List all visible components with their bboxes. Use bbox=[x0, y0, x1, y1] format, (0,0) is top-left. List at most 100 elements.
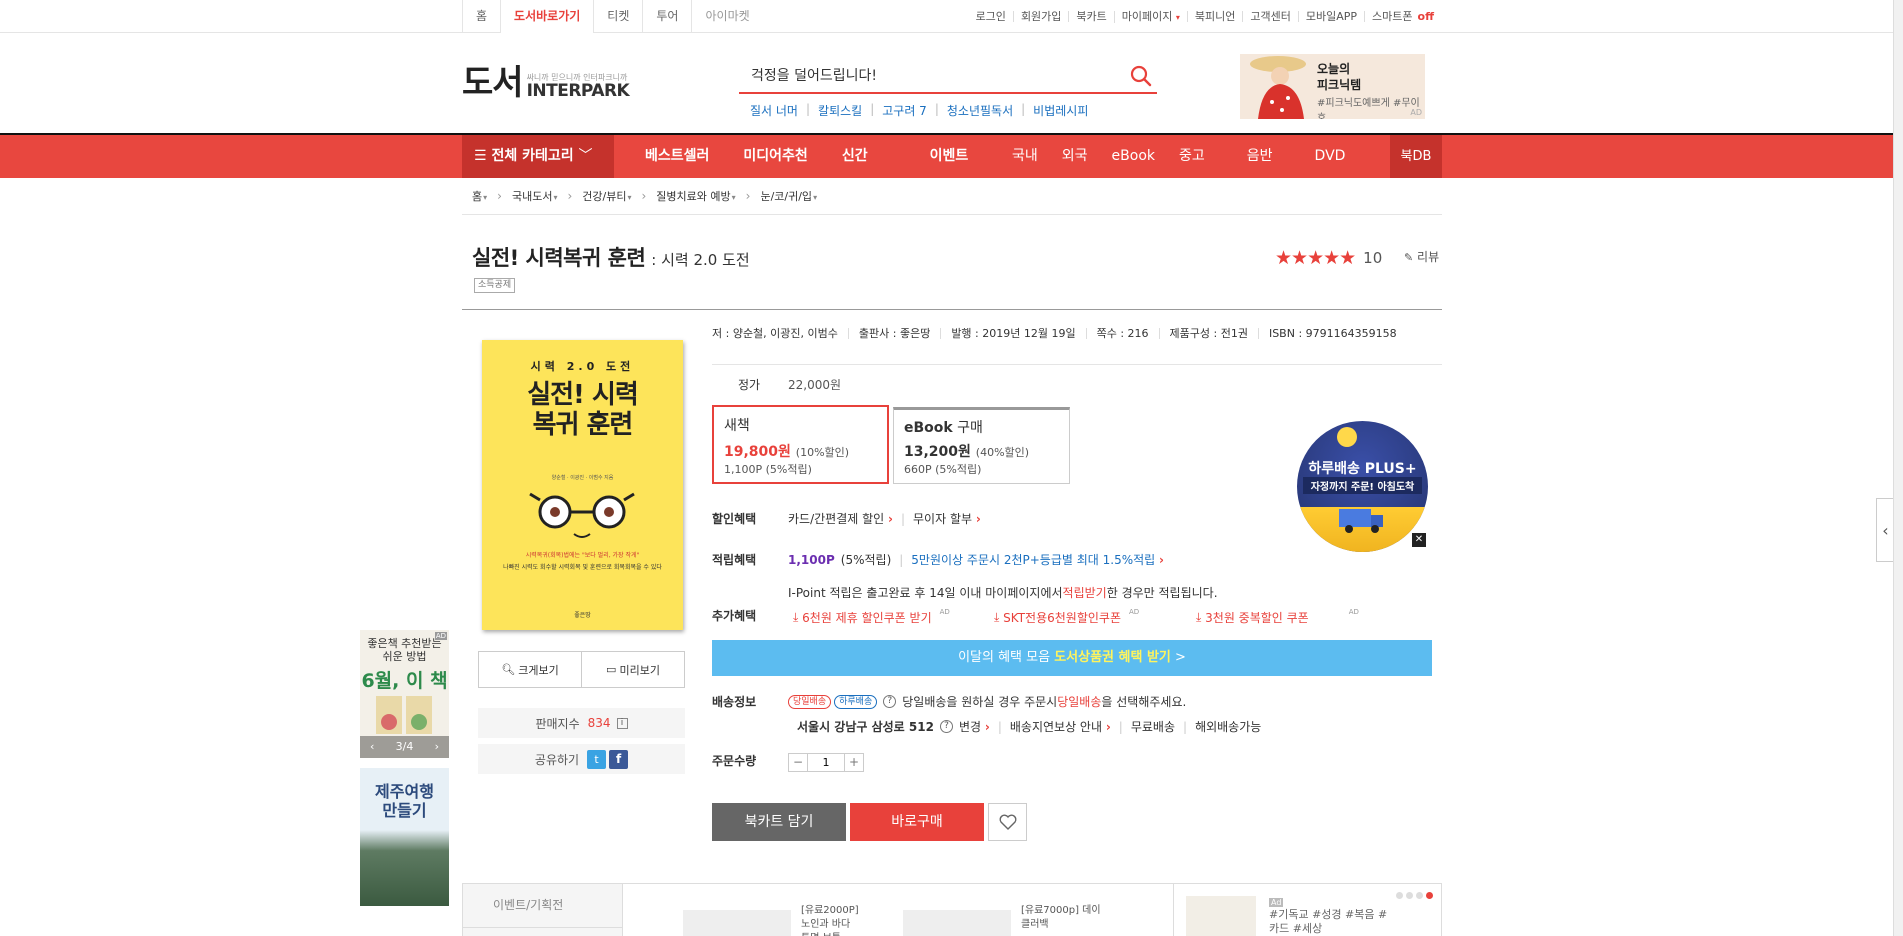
extra-benefit-label: 추가혜택 bbox=[712, 609, 757, 623]
signup-link[interactable]: 회원가입 bbox=[1012, 11, 1068, 22]
search-box bbox=[739, 58, 1157, 94]
installment-link[interactable]: 무이자 할부 › bbox=[913, 510, 981, 527]
monthly-benefit-banner[interactable]: 이달의 혜택 모음 도서상품권 혜택 받기 > bbox=[712, 640, 1432, 676]
breadcrumb-health[interactable]: 건강/뷰티▾ bbox=[582, 188, 631, 204]
review-link[interactable]: ✎ 리뷰 bbox=[1404, 248, 1439, 265]
all-category-button[interactable]: ☰ 전체 카테고리 ﹀ bbox=[462, 135, 614, 178]
meta-publisher[interactable]: 출판사 : 좋은땅 bbox=[847, 328, 940, 339]
breadcrumb-disease[interactable]: 질병치료와 예방▾ bbox=[656, 188, 735, 204]
bottom-ad[interactable]: Ad #기독교 #성경 #복음 #카드 #세상 bbox=[1173, 884, 1443, 936]
breadcrumb-home[interactable]: 홈▾ bbox=[472, 188, 487, 204]
nav-used[interactable]: 중고 bbox=[1167, 135, 1217, 178]
event-tab[interactable]: 이벤트/기획전 bbox=[463, 884, 622, 913]
nav-music[interactable]: 음반 bbox=[1217, 135, 1285, 178]
keyword-link[interactable]: 질서 너머 bbox=[750, 102, 806, 119]
carousel-dot[interactable] bbox=[1396, 892, 1403, 899]
ipoint-claim-link[interactable]: 적립받기 bbox=[1063, 584, 1107, 601]
smartphone-off-badge[interactable]: off bbox=[1416, 11, 1441, 22]
nav-domestic[interactable]: 국내 bbox=[1000, 135, 1050, 178]
tab-books[interactable]: 도서바로가기 bbox=[500, 0, 594, 33]
facebook-icon[interactable]: f bbox=[609, 749, 629, 769]
keyword-link[interactable]: 고구려 7 bbox=[874, 102, 935, 119]
coupon-3[interactable]: ⤓ 3천원 중복할인 쿠폰 AD bbox=[1196, 608, 1359, 626]
nav-dvd[interactable]: DVD bbox=[1285, 135, 1358, 178]
keyword-link[interactable]: 칼퇴스킬 bbox=[810, 102, 870, 119]
event-strip: 이벤트/기획전 [유료2000P] 노인과 바다 투명 보틀 [유료7000p]… bbox=[462, 883, 1442, 936]
search-icon[interactable] bbox=[1129, 64, 1153, 88]
nav-ebook[interactable]: eBook bbox=[1100, 135, 1167, 178]
info-icon[interactable]: i bbox=[616, 717, 628, 729]
carousel-dot[interactable] bbox=[1406, 892, 1413, 899]
close-icon[interactable]: ✕ bbox=[1412, 533, 1426, 547]
preview-button[interactable]: ▭ 미리보기 bbox=[582, 652, 684, 687]
rating[interactable]: ★★★★★ 10 bbox=[1275, 247, 1382, 269]
meta-author[interactable]: 저 : 양순철, 이광진, 이범수 bbox=[712, 328, 848, 339]
add-to-cart-button[interactable]: 북카트 담기 bbox=[712, 803, 846, 841]
interpark-books-logo[interactable]: 도서 싸니까 믿으니까 인터파크니까 INTERPARK bbox=[462, 66, 630, 100]
quantity-input[interactable] bbox=[807, 754, 845, 771]
carousel-dot[interactable] bbox=[1416, 892, 1423, 899]
twitter-icon[interactable]: t bbox=[587, 749, 607, 769]
share-box: 공유하기 t f bbox=[478, 744, 685, 774]
wishlist-button[interactable] bbox=[988, 803, 1027, 841]
product-thumbnail[interactable] bbox=[683, 910, 791, 936]
tab-home[interactable]: 홈 bbox=[462, 0, 500, 33]
ad-hashtags: #피크닉도예쁘게 #무이호 bbox=[1317, 98, 1420, 119]
carousel-dot-active[interactable] bbox=[1426, 892, 1433, 899]
chevron-left-icon: ‹ bbox=[1882, 520, 1889, 540]
smartphone-link[interactable]: 스마트폰 bbox=[1364, 11, 1419, 22]
nav-events[interactable]: 이벤트 bbox=[885, 135, 986, 178]
reward-extra-link[interactable]: 5만원이상 주문시 2천P+등급별 최대 1.5%적립 › bbox=[911, 551, 1164, 568]
change-address-link[interactable]: 변경 › bbox=[959, 718, 990, 735]
haru-delivery-badge[interactable]: 하루배송 PLUS+ 자정까지 주문! 아침도착 bbox=[1297, 421, 1428, 552]
chevron-right-icon: › bbox=[1159, 553, 1164, 567]
book-title-block: 실전! 시력복귀 훈련 : 시력 2.0 도전 bbox=[472, 242, 750, 272]
bookinion-link[interactable]: 북피니언 bbox=[1186, 11, 1242, 22]
coupon-1[interactable]: ⤓ 6천원 제휴 할인쿠폰 받기 AD bbox=[793, 608, 950, 626]
mypage-link[interactable]: 마이페이지 ▾ bbox=[1113, 10, 1187, 23]
delay-compensation-link[interactable]: 배송지연보상 안내 › bbox=[1010, 718, 1111, 735]
tab-imarket[interactable]: 아이마켓 bbox=[691, 0, 762, 33]
card-discount-link[interactable]: 카드/간편결제 할인 › bbox=[788, 510, 893, 527]
event-product-1[interactable]: [유료2000P] 노인과 바다 투명 보틀 bbox=[801, 904, 861, 936]
side-panel-toggle[interactable]: ‹ bbox=[1876, 498, 1894, 562]
breadcrumb-eye[interactable]: 눈/코/귀/입▾ bbox=[760, 188, 817, 204]
nav-foreign[interactable]: 외국 bbox=[1050, 135, 1100, 178]
help-icon[interactable]: ? bbox=[939, 720, 953, 733]
tab-ticket[interactable]: 티켓 bbox=[593, 0, 642, 33]
header-ad-banner[interactable]: 오늘의 피크닉템 #피크닉도예쁘게 #무이호 AD bbox=[1240, 54, 1425, 119]
nav-bestseller[interactable]: 베스트셀러 bbox=[628, 135, 726, 178]
buy-now-button[interactable]: 바로구매 bbox=[850, 803, 984, 841]
coupon-2[interactable]: ⤓ SKT전용6천원할인쿠폰 AD bbox=[994, 608, 1139, 626]
ad-image bbox=[1186, 896, 1256, 936]
left-ad-banner-jeju[interactable]: 제주여행 만들기 bbox=[360, 768, 449, 906]
help-icon[interactable]: ? bbox=[883, 695, 897, 708]
book-cover[interactable]: 시력 2.0 도전 실전! 시력복귀 훈련 양순철 · 이광진 · 이범수 지음… bbox=[482, 340, 683, 630]
nav-new-books[interactable]: 신간 bbox=[825, 135, 885, 178]
tab-tour[interactable]: 투어 bbox=[642, 0, 691, 33]
new-book-option[interactable]: 새책 19,800원 (10%할인) 1,100P (5%적립) bbox=[712, 405, 889, 484]
product-thumbnail[interactable] bbox=[903, 910, 1011, 936]
mobile-app-link[interactable]: 모바일APP bbox=[1297, 11, 1364, 22]
left-ad-banner-books[interactable]: 좋은책 추천받는 쉬운 방법 6월, 이 책 AD ‹ 3/4 › bbox=[360, 630, 449, 758]
chevron-right-icon[interactable]: › bbox=[435, 736, 439, 758]
customer-center-link[interactable]: 고객센터 bbox=[1242, 11, 1297, 22]
nav-media-recommend[interactable]: 미디어추천 bbox=[726, 135, 824, 178]
zoom-button[interactable]: 🔍︎ 크게보기 bbox=[479, 652, 582, 687]
ad-label: Ad bbox=[1269, 898, 1284, 907]
nav-bookdb[interactable]: 북DB bbox=[1390, 135, 1442, 178]
breadcrumb-domestic[interactable]: 국내도서▾ bbox=[512, 188, 558, 204]
login-link[interactable]: 로그인 bbox=[969, 11, 1013, 22]
search-input[interactable] bbox=[739, 58, 1109, 92]
hamburger-icon: ☰ bbox=[474, 148, 487, 164]
keyword-link[interactable]: 청소년필독서 bbox=[939, 102, 1021, 119]
event-product-2[interactable]: [유료7000p] 데이 클러백 bbox=[1021, 904, 1111, 932]
plus-button[interactable]: + bbox=[845, 754, 863, 771]
main-nav-links: 베스트셀러 미디어추천 신간 이벤트 bbox=[628, 135, 985, 178]
chevron-left-icon[interactable]: ‹ bbox=[370, 736, 374, 758]
page-scrollbar[interactable] bbox=[1893, 0, 1903, 936]
bookcart-link[interactable]: 북카트 bbox=[1068, 11, 1113, 22]
ebook-option[interactable]: eBook 구매 13,200원 (40%할인) 660P (5%적립) bbox=[893, 407, 1070, 484]
keyword-link[interactable]: 비법레시피 bbox=[1025, 102, 1096, 119]
minus-button[interactable]: − bbox=[789, 754, 807, 771]
